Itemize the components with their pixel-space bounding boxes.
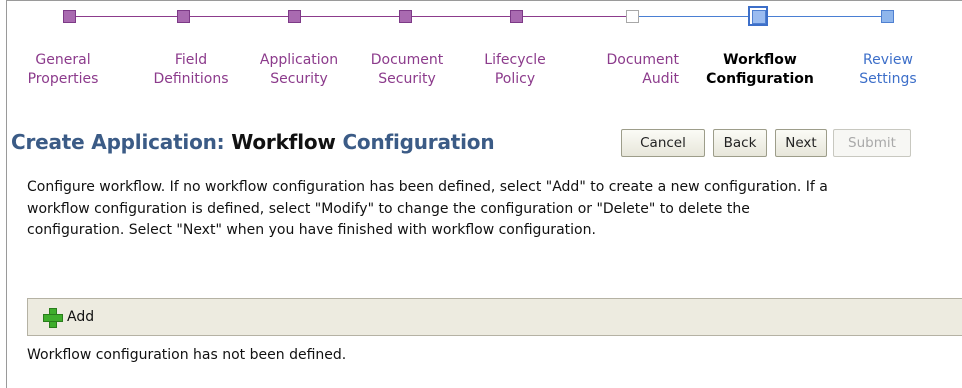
submit-button: Submit [833,129,911,157]
step-icon-application-security[interactable] [288,10,301,23]
plus-icon [42,307,63,328]
step-lifecycle-policy[interactable]: Lifecycle Policy [465,51,565,89]
step-document-audit[interactable]: Document Audit [575,51,679,89]
step-train: General Properties Field Definitions Appli… [7,1,962,111]
step-icon-workflow-configuration [748,6,768,26]
workflow-toolbar: Add [27,298,962,336]
page-title-emphasis: Workflow [231,130,336,154]
step-icon-review-settings[interactable] [881,10,894,23]
page-frame: General Properties Field Definitions Appli… [6,0,962,388]
step-workflow-configuration: Workflow Configuration [706,52,814,87]
step-icon-lifecycle-policy[interactable] [510,10,523,23]
back-button[interactable]: Back [713,129,767,157]
status-message: Workflow configuration has not been defi… [27,347,347,363]
step-icon-document-security[interactable] [399,10,412,23]
step-field-definitions[interactable]: Field Definitions [141,51,241,89]
cancel-button[interactable]: Cancel [621,129,705,157]
instructions-text: Configure workflow. If no workflow confi… [27,179,828,238]
step-general-properties[interactable]: General Properties [13,51,113,89]
train-line-visited [69,16,639,17]
step-review-settings[interactable]: Review Settings [843,51,933,89]
step-document-security[interactable]: Document Security [357,51,457,89]
next-button[interactable]: Next [775,129,827,157]
add-button[interactable]: Add [42,307,95,328]
step-icon-field-definitions[interactable] [177,10,190,23]
page-title: Create Application: Workflow Configurati… [11,130,495,154]
step-icon-document-audit[interactable] [626,10,639,23]
add-button-label: Add [67,309,95,325]
step-application-security[interactable]: Application Security [245,51,353,89]
step-icon-general-properties[interactable] [63,10,76,23]
